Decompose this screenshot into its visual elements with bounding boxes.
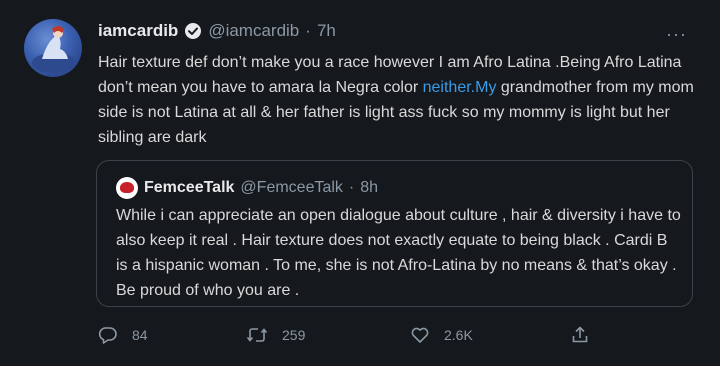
quoted-tweet-text: While i can appreciate an open dialogue … bbox=[116, 207, 681, 299]
handle[interactable]: @iamcardib bbox=[208, 21, 299, 41]
separator: · bbox=[305, 21, 311, 40]
tweet-header: iamcardib @iamcardib · 7h bbox=[98, 21, 336, 41]
reply-icon bbox=[98, 325, 118, 345]
tweet-text: Hair texture def don’t make you a race h… bbox=[98, 50, 703, 150]
action-bar: 84 259 2.6K bbox=[98, 325, 698, 349]
verified-badge-icon bbox=[184, 22, 202, 40]
retweet-icon bbox=[246, 325, 268, 345]
tweet-card[interactable]: iamcardib @iamcardib · 7h ··· Hair textu… bbox=[0, 0, 720, 366]
quoted-tweet[interactable]: FemceeTalk @FemceeTalk · 8h While i can … bbox=[96, 160, 693, 307]
heart-icon bbox=[410, 325, 430, 345]
more-options-icon[interactable]: ··· bbox=[666, 24, 687, 45]
avatar[interactable] bbox=[24, 19, 82, 77]
display-name[interactable]: iamcardib bbox=[98, 21, 178, 41]
reply-button[interactable]: 84 bbox=[98, 325, 148, 345]
timestamp[interactable]: 7h bbox=[317, 21, 336, 41]
like-count: 2.6K bbox=[444, 327, 473, 343]
reply-count: 84 bbox=[132, 327, 148, 343]
quoted-timestamp: 8h bbox=[360, 179, 379, 196]
share-button[interactable] bbox=[570, 325, 590, 345]
quoted-display-name: FemceeTalk bbox=[144, 179, 235, 196]
quoted-separator: · bbox=[348, 179, 355, 196]
quoted-avatar bbox=[116, 177, 138, 199]
retweet-count: 259 bbox=[282, 327, 306, 343]
retweet-button[interactable]: 259 bbox=[246, 325, 305, 345]
quoted-tweet-header: FemceeTalk @FemceeTalk · 8h bbox=[116, 177, 378, 199]
tweet-link[interactable]: neither.My bbox=[423, 79, 497, 96]
share-icon bbox=[570, 325, 590, 345]
quoted-handle: @FemceeTalk bbox=[240, 179, 343, 196]
like-button[interactable]: 2.6K bbox=[410, 325, 473, 345]
